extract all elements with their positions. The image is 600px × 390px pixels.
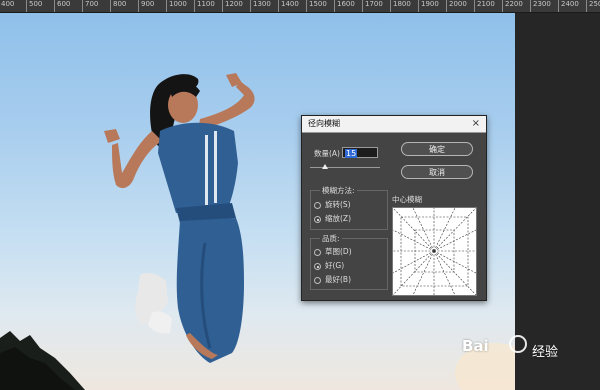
radio-zoom-label[interactable]: 缩放(Z) (325, 214, 351, 224)
ruler-tick: 1300 (250, 0, 271, 12)
ruler-tick-label: 2000 (449, 0, 467, 8)
baidu-paw-icon (509, 335, 527, 353)
ruler-tick: 1900 (418, 0, 439, 12)
ruler-tick-label: 1600 (337, 0, 355, 8)
ok-button[interactable]: 确定 (401, 142, 473, 156)
radio-good[interactable] (314, 263, 321, 270)
ruler-tick-label: 2100 (477, 0, 495, 8)
ruler-tick-label: 2300 (533, 0, 551, 8)
close-icon[interactable]: × (472, 117, 480, 131)
center-blur-label: 中心模糊 (392, 195, 422, 204)
ruler-tick: 2200 (502, 0, 523, 12)
ruler-tick: 500 (26, 0, 42, 12)
ruler-tick-label: 2200 (505, 0, 523, 8)
amount-slider-track[interactable] (310, 167, 380, 168)
ruler-tick: 1000 (166, 0, 187, 12)
ruler-tick-label: 1400 (281, 0, 299, 8)
workspace-background (515, 13, 600, 390)
ruler-tick-label: 500 (29, 0, 43, 8)
ruler-tick-label: 1500 (309, 0, 327, 8)
ruler-tick-label: 800 (113, 0, 127, 8)
ruler-tick-label: 700 (85, 0, 99, 8)
radio-spin[interactable] (314, 202, 321, 209)
ruler-tick-label: 600 (57, 0, 71, 8)
ruler-tick: 2100 (474, 0, 495, 12)
ruler-tick: 700 (82, 0, 98, 12)
ruler-tick: 1800 (390, 0, 411, 12)
ruler-tick-label: 1000 (169, 0, 187, 8)
dialog-title: 径向模糊 (308, 119, 340, 128)
ruler-tick: 1500 (306, 0, 327, 12)
ruler-tick-label: 900 (141, 0, 155, 8)
ruler-tick: 2000 (446, 0, 467, 12)
ruler-tick: 600 (54, 0, 70, 12)
ruler-tick-label: 1900 (421, 0, 439, 8)
ruler-tick: 2400 (558, 0, 579, 12)
blur-method-group (310, 190, 388, 230)
radio-draft[interactable] (314, 249, 321, 256)
slider-thumb-icon[interactable] (322, 164, 328, 169)
dialog-title-bar[interactable]: 径向模糊 × (302, 116, 486, 133)
ruler-tick-label: 1100 (197, 0, 215, 8)
ruler-tick: 1600 (334, 0, 355, 12)
ruler-tick: 900 (138, 0, 154, 12)
radio-good-label[interactable]: 好(G) (325, 261, 344, 271)
cancel-button[interactable]: 取消 (401, 165, 473, 179)
ruler-tick-label: 2500 (589, 0, 600, 8)
horizontal-ruler: 400 500 600 700 800 900 1000 1100 1200 1300 1400 15… (0, 0, 600, 13)
ruler-tick-label: 1200 (225, 0, 243, 8)
quality-label: 品质: (320, 234, 342, 244)
ruler-tick: 2300 (530, 0, 551, 12)
ruler-tick: 800 (110, 0, 126, 12)
amount-label: 数量(A) (314, 149, 340, 158)
ruler-tick: 2500 (586, 0, 600, 12)
blur-center-preview[interactable] (392, 207, 477, 296)
ruler-tick-label: 1700 (365, 0, 383, 8)
ruler-tick: 1100 (194, 0, 215, 12)
watermark-brand: Bai (462, 337, 489, 355)
amount-input[interactable]: 15 (342, 147, 378, 158)
ruler-tick-label: 2400 (561, 0, 579, 8)
ruler-tick: 1200 (222, 0, 243, 12)
blur-method-label: 模糊方法: (320, 186, 357, 196)
ruler-tick: 1400 (278, 0, 299, 12)
ruler-tick: 1700 (362, 0, 383, 12)
amount-value: 15 (345, 149, 358, 158)
radial-blur-dialog[interactable]: 径向模糊 × 数量(A) 15 确定 取消 模糊方法: 旋转(S) 缩放(Z) … (301, 115, 487, 301)
ruler-tick-label: 1800 (393, 0, 411, 8)
ruler-tick-label: 400 (1, 0, 15, 8)
watermark-subtitle: 经验 (532, 345, 559, 360)
radio-spin-label[interactable]: 旋转(S) (325, 200, 351, 210)
radio-best[interactable] (314, 277, 321, 284)
ruler-tick-label: 1300 (253, 0, 271, 8)
radio-draft-label[interactable]: 草图(D) (325, 247, 352, 257)
radio-best-label[interactable]: 最好(B) (325, 275, 351, 285)
radio-zoom[interactable] (314, 216, 321, 223)
